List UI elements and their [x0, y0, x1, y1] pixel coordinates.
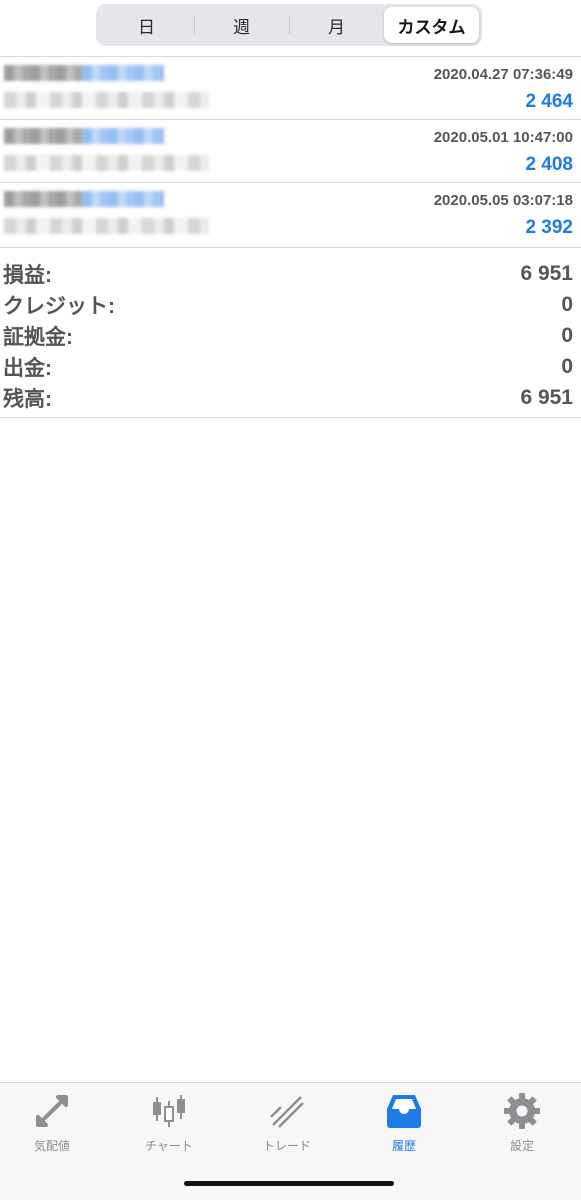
tab-chart[interactable]: チャート — [119, 1091, 219, 1155]
summary-value: 6 951 — [520, 261, 573, 285]
tab-label: 履歴 — [391, 1139, 416, 1153]
deal-row[interactable]: 2020.05.01 10:47:00 2 408 — [0, 119, 581, 182]
deal-time: 2020.04.27 07:36:49 — [433, 66, 573, 83]
tab-settings[interactable]: 設定 — [472, 1091, 572, 1155]
summary-value: 0 — [561, 292, 573, 316]
deal-time: 2020.05.05 03:07:18 — [433, 192, 573, 209]
tab-label: トレード — [262, 1139, 311, 1153]
chart-icon — [153, 1095, 185, 1127]
summary-label: 損益: — [3, 263, 52, 287]
segment-custom[interactable]: カスタム — [384, 7, 479, 43]
deal-row[interactable]: 2020.05.05 03:07:18 2 392 — [0, 182, 581, 245]
summary-value: 0 — [561, 354, 573, 378]
redacted-details — [4, 218, 209, 234]
summary-value: 6 951 — [520, 385, 573, 409]
deals-list: 2020.04.27 07:36:49 2 464 2020.05.01 10:… — [0, 56, 581, 245]
segment-month[interactable]: 月 — [289, 7, 384, 43]
tab-label: 設定 — [509, 1139, 534, 1153]
summary-row-credit: クレジット: 0 — [0, 289, 581, 320]
history-screen: 日 週 月 カスタム 2020.04.27 07:36:49 2 464 202… — [0, 0, 581, 1200]
summary-label: 出金: — [3, 356, 52, 380]
deal-profit: 2 464 — [525, 91, 573, 112]
segment-day[interactable]: 日 — [99, 7, 194, 43]
tab-label: 気配値 — [33, 1139, 70, 1153]
tab-label: チャート — [145, 1139, 193, 1153]
home-indicator — [184, 1181, 394, 1186]
deal-profit: 2 408 — [525, 154, 573, 175]
deal-time: 2020.05.01 10:47:00 — [433, 129, 573, 146]
deal-row[interactable]: 2020.04.27 07:36:49 2 464 — [0, 56, 581, 119]
history-icon — [387, 1095, 421, 1128]
trade-icon — [270, 1096, 304, 1128]
deal-profit: 2 392 — [525, 217, 573, 238]
segment-week[interactable]: 週 — [194, 7, 289, 43]
tab-trade[interactable]: トレード — [237, 1091, 337, 1155]
summary-row-withdrawal: 出金: 0 — [0, 351, 581, 382]
quotes-icon — [36, 1095, 68, 1127]
redacted-symbol — [4, 191, 164, 207]
summary-label: クレジット: — [3, 294, 115, 318]
summary-row-margin: 証拠金: 0 — [0, 320, 581, 351]
period-segmented-control: 日 週 月 カスタム — [96, 4, 482, 46]
tab-quotes[interactable]: 気配値 — [2, 1091, 102, 1155]
redacted-details — [4, 92, 209, 108]
redacted-details — [4, 155, 209, 171]
summary-label: 証拠金: — [3, 325, 73, 349]
summary-label: 残高: — [3, 387, 52, 411]
redacted-symbol — [4, 65, 164, 81]
summary-value: 0 — [561, 323, 573, 347]
redacted-symbol — [4, 128, 164, 144]
settings-icon — [504, 1093, 540, 1129]
tab-history[interactable]: 履歴 — [354, 1091, 454, 1155]
summary-row-balance: 残高: 6 951 — [0, 382, 581, 413]
history-summary: 損益: 6 951 クレジット: 0 証拠金: 0 出金: 0 残高: 6 95… — [0, 247, 581, 418]
summary-row-profit: 損益: 6 951 — [0, 258, 581, 289]
